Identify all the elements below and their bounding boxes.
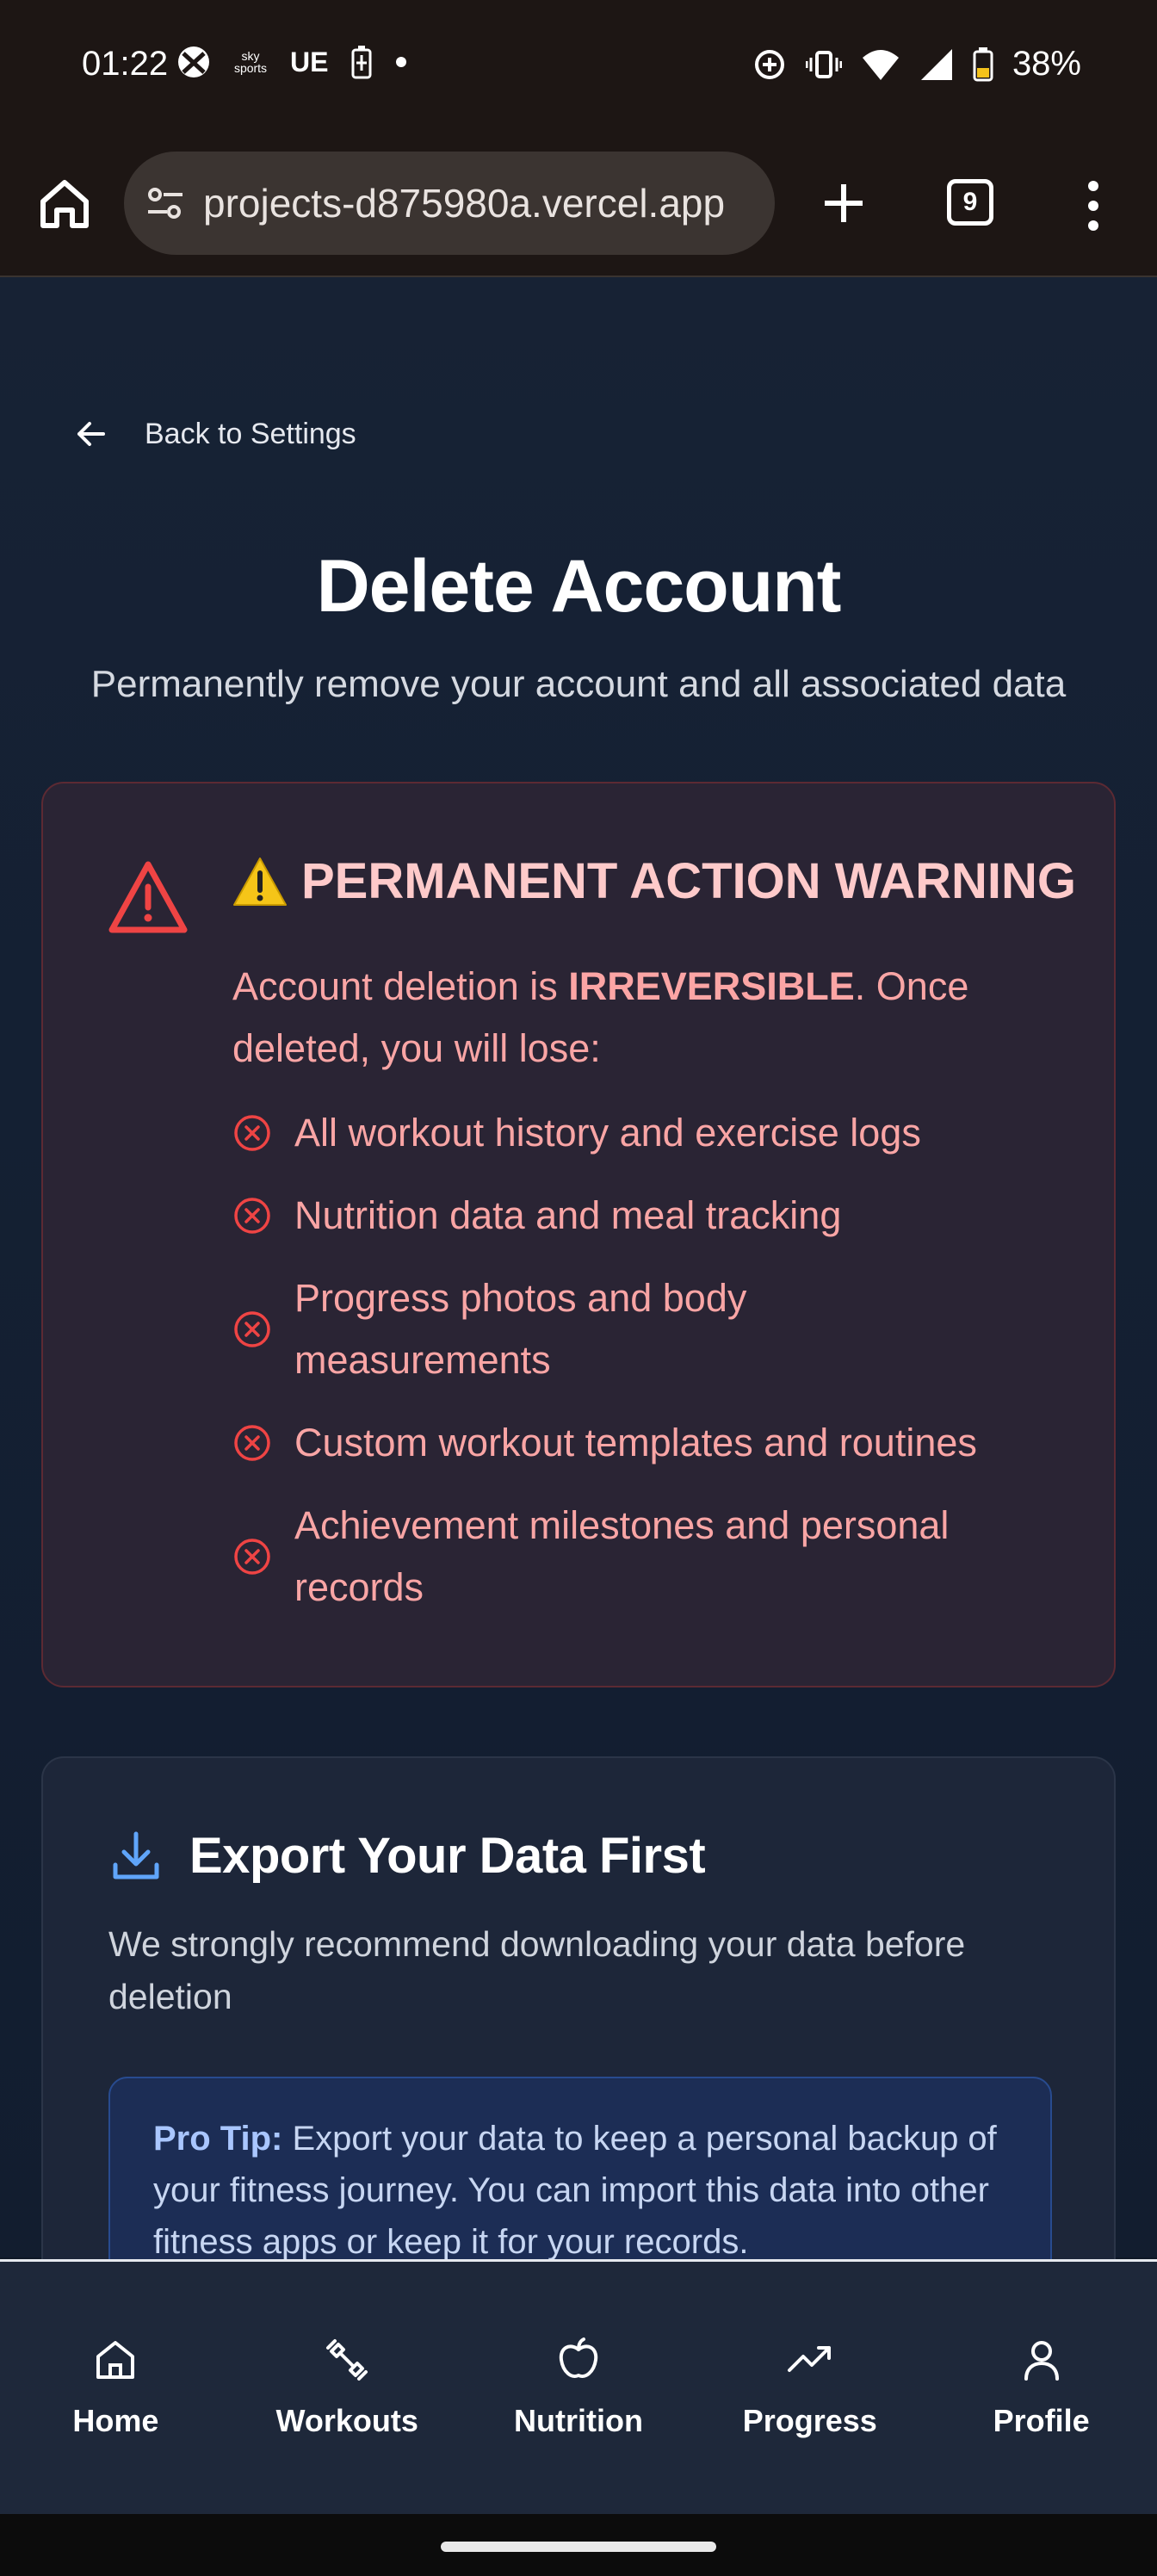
address-bar[interactable]: projects-d875980a.vercel.app <box>124 152 775 255</box>
nav-workouts[interactable]: Workouts <box>232 2262 463 2517</box>
nav-profile-label: Profile <box>993 2403 1090 2438</box>
status-bar: 01:22 sky sports UE 38% <box>0 0 1157 138</box>
nav-home[interactable]: Home <box>0 2262 232 2517</box>
list-item: All workout history and exercise logs <box>232 1102 1093 1164</box>
battery-icon <box>973 46 993 81</box>
status-right-icons: 38% <box>752 45 1081 84</box>
x-circle-icon <box>234 1425 270 1461</box>
warning-card: PERMANENT ACTION WARNING Account deletio… <box>41 782 1116 1687</box>
export-header: Export Your Data First <box>108 1827 706 1885</box>
x-circle-icon <box>234 1115 270 1151</box>
list-item-text: Custom workout templates and routines <box>294 1421 977 1464</box>
list-item: Nutrition data and meal tracking <box>232 1185 1093 1247</box>
warning-intro-bold: IRREVERSIBLE <box>568 964 855 1008</box>
export-description: We strongly recommend downloading your d… <box>108 1924 966 2016</box>
home-icon <box>96 2341 135 2379</box>
browser-toolbar: projects-d875980a.vercel.app 9 <box>0 138 1157 277</box>
warning-title: PERMANENT ACTION WARNING <box>232 852 1076 910</box>
pro-tip-label: Pro Tip: <box>153 2120 283 2158</box>
warning-intro: Account deletion is IRREVERSIBLE. Once d… <box>232 956 1076 1080</box>
wifi-icon <box>862 49 899 80</box>
list-item: Progress photos and body measurements <box>232 1267 1093 1391</box>
nav-profile[interactable]: Profile <box>925 2262 1157 2517</box>
x-circle-icon <box>234 1198 270 1234</box>
nav-progress[interactable]: Progress <box>694 2262 925 2517</box>
list-item-text: Achievement milestones and personal reco… <box>294 1503 950 1609</box>
signal-icon <box>920 48 952 80</box>
arrow-left-icon <box>77 422 105 446</box>
status-time: 01:22 <box>82 45 169 83</box>
list-item-text: Progress photos and body measurements <box>294 1276 747 1382</box>
ue-icon: UE <box>290 46 329 77</box>
download-icon <box>113 1831 159 1879</box>
home-button-icon[interactable] <box>34 174 95 234</box>
home-gesture-bar[interactable] <box>441 2542 716 2552</box>
x-circle-icon <box>234 1539 270 1575</box>
user-icon <box>1024 2341 1059 2381</box>
back-to-settings-link[interactable]: Back to Settings <box>72 415 356 453</box>
page-title: Delete Account <box>316 545 842 628</box>
trending-up-icon <box>787 2346 831 2372</box>
battery-saver-icon <box>351 46 372 79</box>
system-gesture-area <box>0 2514 1157 2576</box>
dot-icon <box>396 57 407 67</box>
nav-home-label: Home <box>72 2403 159 2438</box>
url-text[interactable]: projects-d875980a.vercel.app <box>203 180 754 226</box>
apple-icon <box>559 2338 598 2378</box>
page-subtitle: Permanently remove your account and all … <box>90 663 1067 705</box>
list-item-text: All workout history and exercise logs <box>294 1111 921 1155</box>
page-content: Back to Settings Delete Account Permanen… <box>0 277 1157 2359</box>
data-saver-icon <box>754 49 784 79</box>
data-loss-list: All workout history and exercise logs Nu… <box>232 1102 1093 1639</box>
nav-nutrition[interactable]: Nutrition <box>463 2262 695 2517</box>
alert-triangle-icon <box>108 861 188 933</box>
battery-percent: 38% <box>1012 45 1081 83</box>
list-item: Custom workout templates and routines <box>232 1412 1093 1474</box>
tab-switcher-button[interactable]: 9 <box>947 179 993 226</box>
dumbbell-icon <box>326 2339 368 2381</box>
nav-workouts-label: Workouts <box>275 2403 418 2438</box>
list-item: Achievement milestones and personal reco… <box>232 1495 1093 1619</box>
sky-sports-icon: sky sports <box>233 49 268 75</box>
nav-progress-label: Progress <box>742 2403 877 2438</box>
nav-nutrition-label: Nutrition <box>514 2403 643 2438</box>
warning-emoji-icon <box>233 857 287 906</box>
xbox-icon <box>178 46 209 77</box>
back-link-label: Back to Settings <box>145 417 356 450</box>
status-left-icons: sky sports UE <box>176 45 407 79</box>
x-circle-icon <box>234 1311 270 1347</box>
more-menu-icon[interactable] <box>1076 176 1111 236</box>
warning-title-text: PERMANENT ACTION WARNING <box>301 853 1077 909</box>
vibrate-icon <box>805 50 842 78</box>
site-settings-icon[interactable] <box>143 181 188 226</box>
warning-intro-prefix: Account deletion is <box>232 964 569 1008</box>
new-tab-icon[interactable] <box>813 172 875 234</box>
export-title: Export Your Data First <box>189 1828 706 1884</box>
list-item-text: Nutrition data and meal tracking <box>294 1193 842 1237</box>
bottom-navigation: Home Workouts Nutrition Progress Profile <box>0 2259 1157 2517</box>
